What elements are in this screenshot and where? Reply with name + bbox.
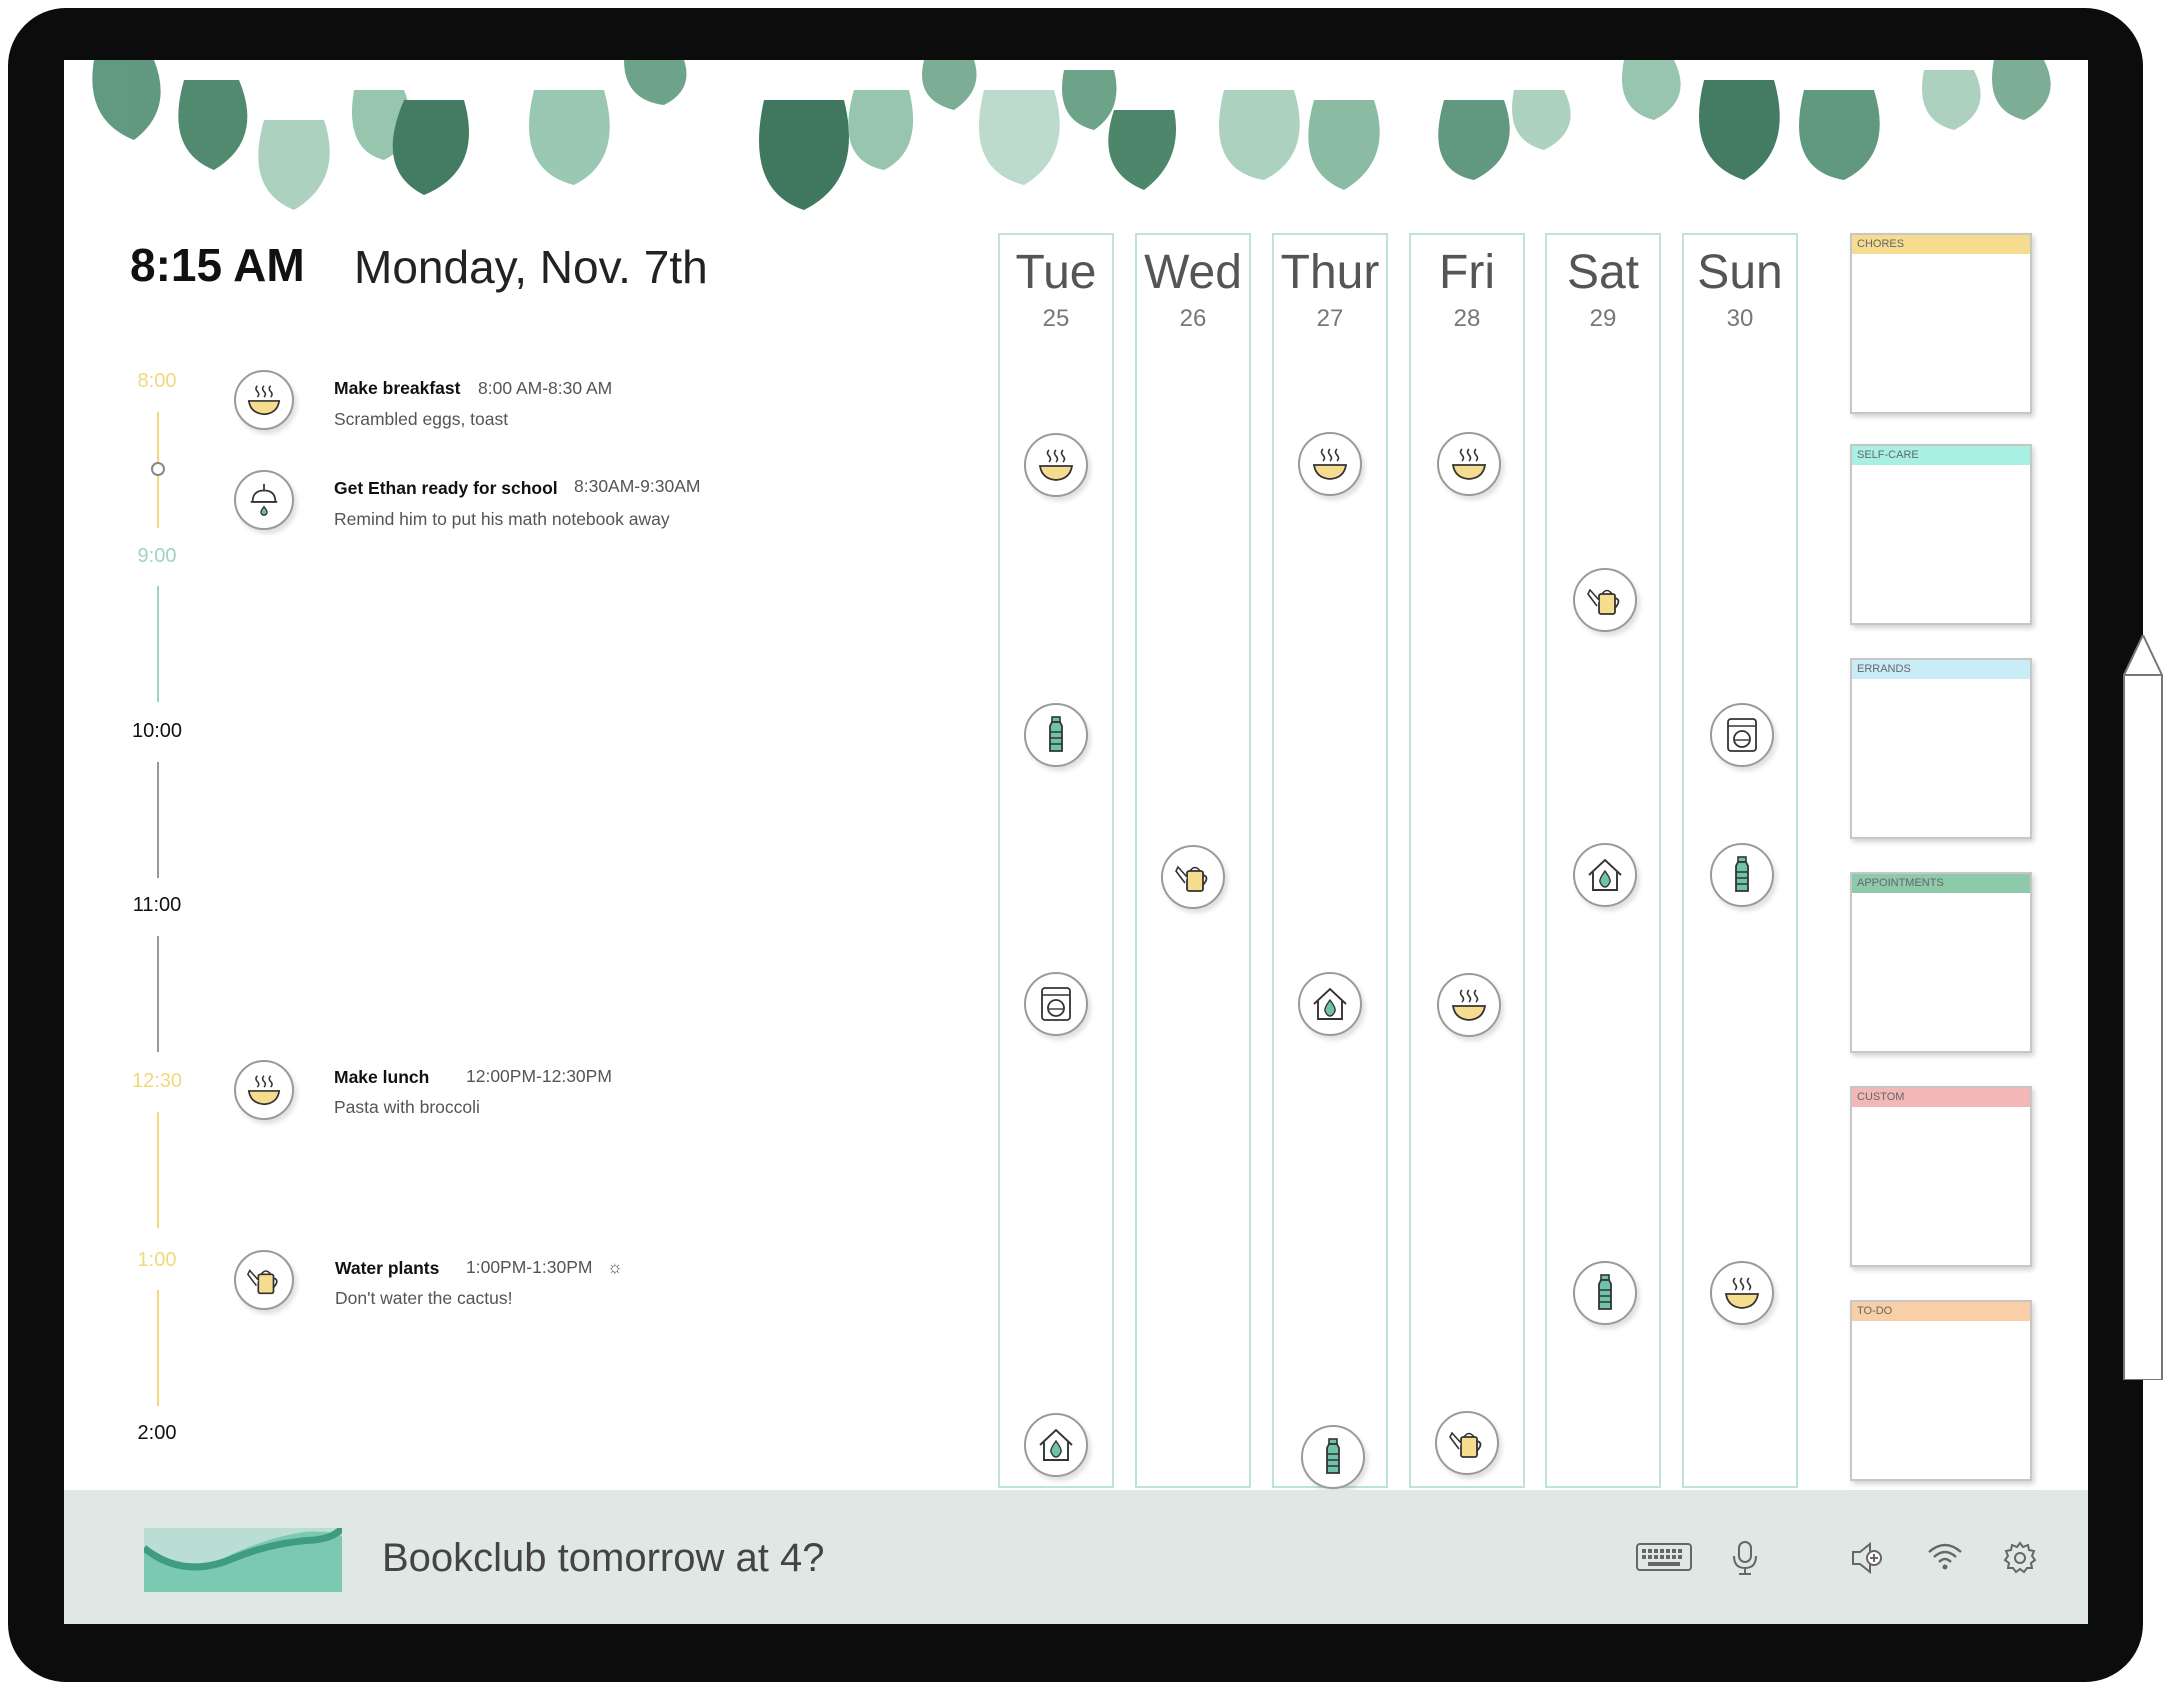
bottle-icon[interactable] bbox=[1024, 703, 1088, 767]
bowl-icon[interactable] bbox=[1437, 432, 1501, 496]
day-column-tue[interactable]: Tue 25 bbox=[998, 233, 1114, 1488]
day-name: Fri bbox=[1439, 246, 1495, 299]
day-number: 26 bbox=[1179, 305, 1207, 332]
day-name: Tue bbox=[1015, 246, 1097, 299]
event-time: 8:00 AM-8:30 AM bbox=[478, 378, 613, 398]
bowl-icon bbox=[234, 370, 294, 430]
timeline-label: 8:00 bbox=[137, 370, 177, 392]
shower-icon bbox=[234, 470, 294, 530]
timeline-label: 11:00 bbox=[132, 894, 182, 916]
watering-can-icon[interactable] bbox=[1573, 568, 1637, 632]
event-time: 1:00PM-1:30PM bbox=[466, 1257, 593, 1277]
day-column-sun[interactable]: Sun 30 bbox=[1682, 233, 1798, 1488]
event-note: Remind him to put his math notebook away bbox=[334, 509, 670, 529]
day-name: Thur bbox=[1280, 246, 1380, 299]
day-number: 28 bbox=[1453, 305, 1481, 332]
timeline-label: 2:00 bbox=[137, 1422, 177, 1444]
assistant-bar: Bookclub tomorrow at 4? bbox=[64, 1490, 2088, 1624]
event-title: Make breakfast bbox=[334, 378, 461, 398]
speaker-icon[interactable] bbox=[1850, 1540, 1886, 1576]
event-note: Don't water the cactus! bbox=[335, 1288, 513, 1308]
house-drop-icon[interactable] bbox=[1298, 972, 1362, 1036]
category-note-errands[interactable]: ERRANDS bbox=[1850, 658, 2032, 839]
bowl-icon bbox=[234, 1060, 294, 1120]
timeline-label: 10:00 bbox=[131, 720, 183, 742]
timeline-label: 12:30 bbox=[131, 1070, 183, 1092]
screen: 8:15 AM Monday, Nov. 7th 8:00 9:00 10:00… bbox=[64, 60, 2088, 1624]
house-drop-icon[interactable] bbox=[1024, 1413, 1088, 1477]
event-note: Scrambled eggs, toast bbox=[334, 409, 509, 429]
assistant-prompt[interactable]: Bookclub tomorrow at 4? bbox=[382, 1536, 824, 1581]
day-column-wed[interactable]: Wed 26 bbox=[1135, 233, 1251, 1488]
voice-wave-icon bbox=[144, 1528, 342, 1592]
event-title: Make lunch bbox=[334, 1067, 430, 1087]
day-column-thur[interactable]: Thur 27 bbox=[1272, 233, 1388, 1489]
day-number: 27 bbox=[1316, 305, 1344, 332]
microphone-icon[interactable] bbox=[1730, 1540, 1760, 1576]
event-time: 12:00PM-12:30PM bbox=[466, 1066, 612, 1086]
day-name: Sun bbox=[1697, 246, 1783, 299]
category-label: APPOINTMENTS bbox=[1852, 874, 2030, 893]
category-note-self-care[interactable]: SELF-CARE bbox=[1850, 444, 2032, 625]
bowl-icon[interactable] bbox=[1710, 1261, 1774, 1325]
category-note-to-do[interactable]: TO-DO bbox=[1850, 1300, 2032, 1481]
category-note-chores[interactable]: CHORES bbox=[1850, 233, 2032, 414]
bottle-icon[interactable] bbox=[1301, 1425, 1365, 1489]
washer-icon[interactable] bbox=[1024, 972, 1088, 1036]
day-number: 30 bbox=[1726, 305, 1754, 332]
watering-can-icon[interactable] bbox=[1161, 845, 1225, 909]
bowl-icon[interactable] bbox=[1298, 432, 1362, 496]
timeline-line bbox=[157, 762, 159, 878]
event-title: Water plants bbox=[335, 1258, 440, 1278]
day-column-fri[interactable]: Fri 28 bbox=[1409, 233, 1525, 1488]
event-note: Pasta with broccoli bbox=[334, 1097, 480, 1117]
category-note-custom[interactable]: CUSTOM bbox=[1850, 1086, 2032, 1267]
bowl-icon[interactable] bbox=[1024, 433, 1088, 497]
watering-can-icon[interactable] bbox=[1435, 1411, 1499, 1475]
event-time: 8:30AM-9:30AM bbox=[574, 476, 701, 496]
house-drop-icon[interactable] bbox=[1573, 843, 1637, 907]
wifi-icon[interactable] bbox=[1927, 1540, 1963, 1572]
category-label: ERRANDS bbox=[1852, 660, 2030, 679]
washer-icon[interactable] bbox=[1710, 703, 1774, 767]
timeline-line bbox=[157, 586, 159, 702]
day-column-sat[interactable]: Sat 29 bbox=[1545, 233, 1661, 1488]
day-name: Wed bbox=[1144, 246, 1242, 299]
timeline-label: 1:00 bbox=[137, 1249, 177, 1271]
timeline-line bbox=[157, 1290, 159, 1406]
current-time: 8:15 AM bbox=[130, 239, 305, 291]
bottle-icon[interactable] bbox=[1573, 1261, 1637, 1325]
current-date: Monday, Nov. 7th bbox=[354, 241, 708, 293]
timeline-line bbox=[157, 936, 159, 1052]
day-number: 29 bbox=[1589, 305, 1617, 332]
day-number: 25 bbox=[1042, 305, 1070, 332]
leaf-banner bbox=[92, 60, 2051, 210]
sun-icon: ☼ bbox=[607, 1257, 624, 1277]
watering-can-icon bbox=[234, 1250, 294, 1310]
bowl-icon[interactable] bbox=[1437, 973, 1501, 1037]
settings-icon[interactable] bbox=[2002, 1540, 2038, 1576]
category-label: SELF-CARE bbox=[1852, 446, 2030, 465]
keyboard-icon[interactable] bbox=[1636, 1540, 1692, 1574]
event-title: Get Ethan ready for school bbox=[334, 478, 558, 498]
category-label: TO-DO bbox=[1852, 1302, 2030, 1321]
timeline-line bbox=[157, 1112, 159, 1228]
bottle-icon[interactable] bbox=[1710, 843, 1774, 907]
category-label: CHORES bbox=[1852, 235, 2030, 254]
stylus-pencil bbox=[2123, 635, 2163, 1380]
current-time-marker[interactable] bbox=[151, 462, 165, 476]
day-name: Sat bbox=[1566, 246, 1640, 299]
timeline-label: 9:00 bbox=[137, 545, 177, 567]
category-note-appointments[interactable]: APPOINTMENTS bbox=[1850, 872, 2032, 1053]
category-label: CUSTOM bbox=[1852, 1088, 2030, 1107]
